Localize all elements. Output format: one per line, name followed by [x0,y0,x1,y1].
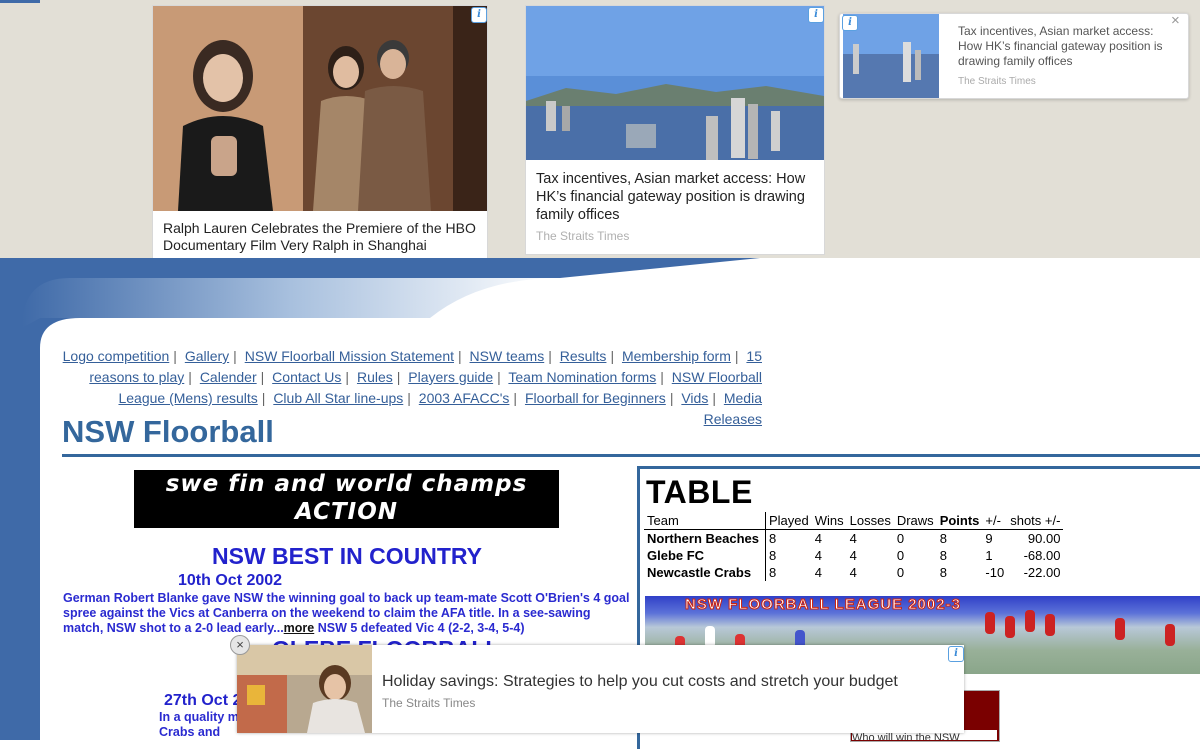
ad-card-hk-tax[interactable]: i Tax incentives, Asian market access: H… [525,5,825,255]
team-name: Northern Beaches [647,531,759,546]
col-draws: Draws [893,512,937,530]
cell-draws: 0 [896,548,905,563]
team-name: Glebe FC [647,548,705,563]
col-played: Played [764,512,812,530]
nav-link-logo-competition[interactable]: Logo competition [63,348,170,364]
cell-plusminus: -10 [985,565,1005,580]
col-plusminus: +/- [982,512,1008,530]
cell-shots: -22.00 [1023,565,1061,580]
nav-link-nsw-teams[interactable]: NSW teams [470,348,545,364]
player-figure [1115,618,1125,640]
page-title: NSW Floorball [62,414,274,449]
nav-link-contact-us[interactable]: Contact Us [272,369,341,385]
ad-info-icon[interactable]: i [471,7,487,23]
table-row: Glebe FC 8 4 4 0 8 1 -68.00 [644,547,1063,564]
ad-info-icon[interactable]: i [948,646,964,662]
player-figure [1005,616,1015,638]
table-row: Newcastle Crabs 8 4 4 0 8 -10 -22.00 [644,564,1063,581]
player-figure [1165,624,1175,646]
nav-link-calender[interactable]: Calender [200,369,257,385]
news-date-glebe: 27th Oct 2 [164,692,242,709]
news-headline: NSW BEST IN COUNTRY [211,543,483,569]
cell-points: 8 [939,531,947,546]
ad-image-ralph-lauren [153,6,487,211]
ladder-heading: TABLE [646,474,753,510]
nav-link-membership-form[interactable]: Membership form [622,348,731,364]
col-shots: shots +/- [1007,512,1064,530]
cell-played: 8 [764,547,812,564]
nav-link-players-guide[interactable]: Players guide [408,369,493,385]
action-banner-line1: swe fin and world champs [165,471,528,497]
cell-wins: 4 [814,565,822,580]
nav-link-results[interactable]: Results [560,348,607,364]
cell-losses: 4 [849,565,857,580]
cell-shots: -68.00 [1023,548,1061,563]
strip-corner [0,0,40,3]
nav-link-beginners[interactable]: Floorball for Beginners [525,390,666,406]
nav-link-mission-statement[interactable]: NSW Floorball Mission Statement [245,348,454,364]
league-banner-text: NSW FLOORBALL LEAGUE 2002-3 [685,596,961,614]
cell-played: 8 [764,564,812,581]
ad-title[interactable]: Holiday savings: Strategies to help you … [382,673,898,691]
nav-link-vids[interactable]: Vids [681,390,708,406]
player-figure [1025,610,1035,632]
news-body-score: NSW 5 defeated Vic 4 (2-2, 3-4, 5-4) [314,621,525,635]
col-losses: Losses [846,512,894,530]
action-banner-line2: ACTION [294,499,399,525]
col-wins: Wins [811,512,847,530]
ad-info-icon[interactable]: i [808,7,824,23]
ad-info-icon[interactable]: i [842,15,858,31]
ad-card-ralph-lauren[interactable]: i Ralph Lauren Celebrates the Premiere o… [152,5,488,259]
action-banner[interactable]: swe fin and world champs ACTION [134,470,559,528]
ad-title[interactable]: Tax incentives, Asian market access: How… [536,170,816,224]
col-points: Points [936,512,983,530]
table-row: Northern Beaches 8 4 4 0 8 9 90.00 [644,529,1063,547]
cell-points: 8 [939,548,947,563]
player-figure [985,612,995,634]
col-team: Team [644,512,766,530]
cell-wins: 4 [814,531,822,546]
cell-wins: 4 [814,548,822,563]
news-body: German Robert Blanke gave NSW the winnin… [63,591,631,636]
nav-link-all-star[interactable]: Club All Star line-ups [273,390,403,406]
ad-title[interactable]: Tax incentives, Asian market access: How… [958,24,1178,69]
nav-link-afacc[interactable]: 2003 AFACC's [419,390,510,406]
cell-played: 8 [764,529,812,547]
close-icon[interactable]: × [1171,12,1180,29]
ad-card-hk-tax-small[interactable]: i Tax incentives, Asian market access: H… [839,12,1189,99]
cell-points: 8 [939,565,947,580]
player-figure [1045,614,1055,636]
team-name: Newcastle Crabs [647,565,752,580]
cell-plusminus: 1 [985,548,993,563]
ad-source: The Straits Times [958,76,1036,87]
ad-source: The Straits Times [382,696,476,710]
ad-title[interactable]: Ralph Lauren Celebrates the Premiere of … [163,220,481,254]
close-icon[interactable]: × [230,635,250,655]
nav-link-gallery[interactable]: Gallery [185,348,229,364]
news-date: 10th Oct 2002 [178,572,283,589]
cell-draws: 0 [896,565,905,580]
cell-losses: 4 [849,531,857,546]
cell-draws: 0 [896,531,905,546]
more-link[interactable]: more [284,621,315,635]
cell-plusminus: 9 [985,531,993,546]
cell-shots: 90.00 [1027,531,1061,546]
ad-image-hong-kong [526,6,824,160]
ad-bottom-banner[interactable]: i Holiday savings: Strategies to help yo… [237,645,964,733]
ladder-table: Team Played Wins Losses Draws Points +/-… [644,512,1064,581]
ladder-header-row: Team Played Wins Losses Draws Points +/-… [644,512,1064,530]
ad-image-holiday [237,645,372,733]
ad-source: The Straits Times [536,229,630,243]
cell-losses: 4 [849,548,857,563]
nav-link-team-nomination[interactable]: Team Nomination forms [508,369,656,385]
nav-link-rules[interactable]: Rules [357,369,393,385]
title-divider [62,454,1200,457]
